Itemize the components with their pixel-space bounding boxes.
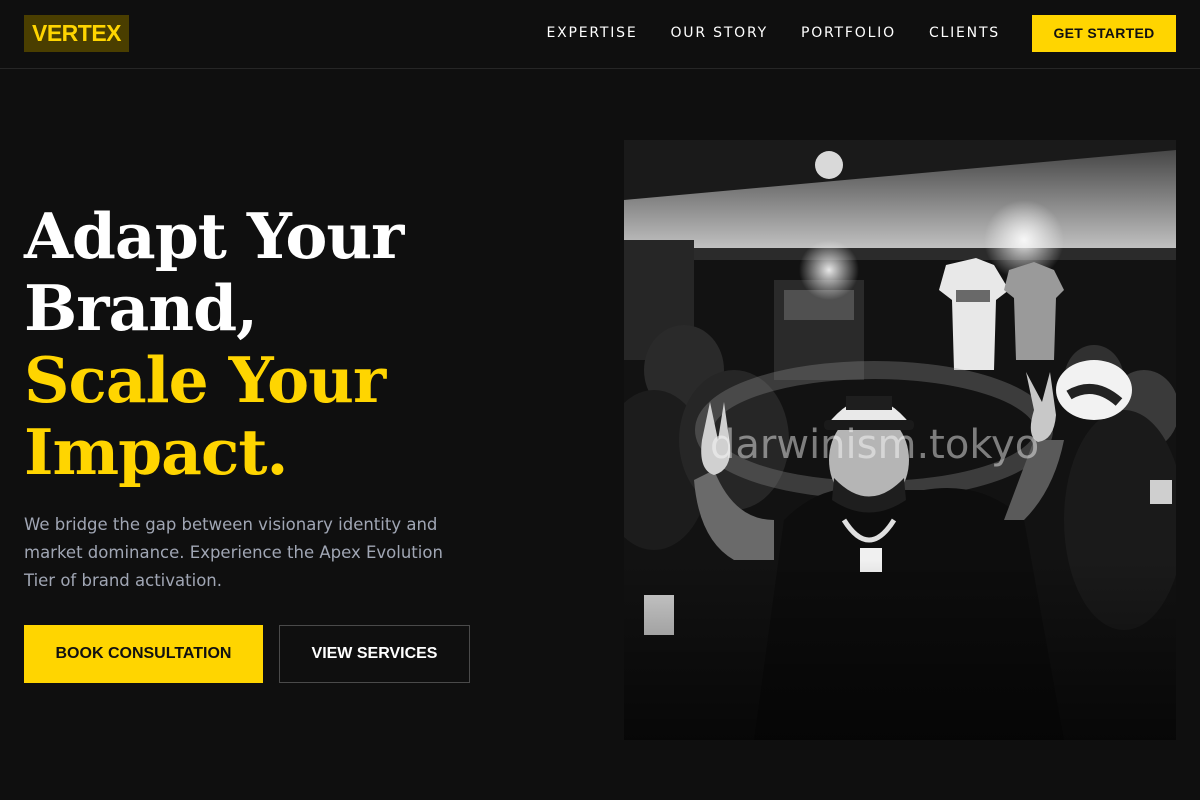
hero-title: Adapt Your Brand, Scale Your Impact.: [24, 200, 584, 488]
view-services-button[interactable]: VIEW SERVICES: [279, 625, 470, 683]
hero-photo: darwinism.tokyo: [624, 140, 1176, 740]
hero-title-line-1: Adapt Your: [24, 199, 404, 273]
nav-link-clients[interactable]: CLIENTS: [929, 24, 1000, 42]
photo-watermark: darwinism.tokyo: [710, 422, 1039, 468]
hero-title-accent-line-1: Scale Your: [24, 343, 386, 417]
hero-subtitle: We bridge the gap between visionary iden…: [24, 515, 443, 590]
site-header: VERTEX EXPERTISE OUR STORY PORTFOLIO CLI…: [0, 0, 1200, 69]
event-photo-illustration: darwinism.tokyo: [624, 140, 1176, 740]
nav-link-portfolio[interactable]: PORTFOLIO: [801, 24, 896, 42]
logo[interactable]: VERTEX: [24, 15, 130, 52]
get-started-button[interactable]: GET STARTED: [1032, 15, 1176, 52]
nav-link-expertise[interactable]: EXPERTISE: [546, 24, 637, 42]
book-consultation-button[interactable]: BOOK CONSULTATION: [24, 625, 263, 683]
hero-title-line-2: Brand,: [24, 271, 258, 345]
hero-title-accent-line-2: Impact.: [24, 415, 288, 489]
main-nav: EXPERTISE OUR STORY PORTFOLIO CLIENTS: [546, 24, 1000, 42]
nav-link-our-story[interactable]: OUR STORY: [670, 24, 768, 42]
